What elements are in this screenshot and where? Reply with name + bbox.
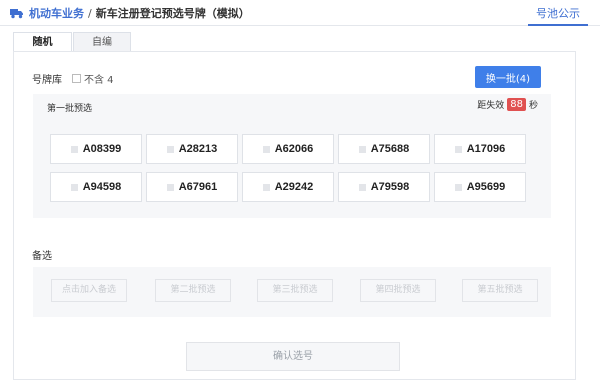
plate-option[interactable]: A17096 xyxy=(434,134,526,164)
plate-option[interactable]: A29242 xyxy=(242,172,334,202)
refresh-batch-button[interactable]: 换一批(4) xyxy=(475,66,541,88)
confirm-selection-button[interactable]: 确认选号 xyxy=(186,342,400,371)
plate-library-label: 号牌库 xyxy=(32,75,62,86)
plate-icon xyxy=(358,183,366,191)
backup-slot-add[interactable]: 点击加入备选 xyxy=(51,279,127,302)
plate-option[interactable]: A79598 xyxy=(338,172,430,202)
breadcrumb-separator: / xyxy=(88,6,92,20)
plate-option[interactable]: A08399 xyxy=(50,134,142,164)
plate-number: A62066 xyxy=(274,143,314,155)
plate-icon xyxy=(166,145,174,153)
backup-slot-batch-5[interactable]: 第五批预选 xyxy=(462,279,538,302)
breadcrumb: 机动车业务 / 新车注册登记预选号牌（模拟） xyxy=(10,5,250,21)
plate-number: A75688 xyxy=(370,143,410,155)
timer-prefix: 距失效 xyxy=(477,101,505,111)
plate-icon xyxy=(358,145,366,153)
plate-option[interactable]: A75688 xyxy=(338,134,430,164)
selection-panel: 号牌库 不含 4 换一批(4) 第一批预选 距失效 88 秒 A08399 A2… xyxy=(13,51,576,380)
plate-icon xyxy=(262,183,270,191)
plate-icon xyxy=(70,183,78,191)
plate-option[interactable]: A62066 xyxy=(242,134,334,164)
plate-option[interactable]: A28213 xyxy=(146,134,238,164)
expiry-timer: 距失效 88 秒 xyxy=(477,98,538,111)
backup-slot-batch-3[interactable]: 第三批预选 xyxy=(257,279,333,302)
plate-icon xyxy=(166,183,174,191)
backup-area: 点击加入备选 第二批预选 第三批预选 第四批预选 第五批预选 xyxy=(33,267,551,317)
plate-option[interactable]: A95699 xyxy=(434,172,526,202)
first-batch-area: 第一批预选 距失效 88 秒 A08399 A28213 A62066 A756… xyxy=(33,94,551,218)
top-bar: 机动车业务 / 新车注册登记预选号牌（模拟） 号池公示 xyxy=(0,0,600,26)
plate-library-row: 号牌库 不含 4 xyxy=(32,71,114,86)
plate-number: A29242 xyxy=(274,181,314,193)
timer-badge: 88 xyxy=(507,98,526,111)
plate-number: A08399 xyxy=(82,143,122,155)
timer-unit: 秒 xyxy=(528,101,538,111)
backup-slot-batch-4[interactable]: 第四批预选 xyxy=(360,279,436,302)
plate-number: A79598 xyxy=(370,181,410,193)
plate-option[interactable]: A94598 xyxy=(50,172,142,202)
breadcrumb-root[interactable]: 机动车业务 xyxy=(29,5,84,21)
plate-grid: A08399 A28213 A62066 A75688 A17096 A9459… xyxy=(50,134,526,202)
tab-custom[interactable]: 自编 xyxy=(73,32,131,51)
plate-number: A95699 xyxy=(466,181,506,193)
plate-option[interactable]: A67961 xyxy=(146,172,238,202)
exclude-4-checkbox[interactable] xyxy=(72,74,81,83)
tab-bar: 随机 自编 xyxy=(13,32,132,51)
plate-icon xyxy=(454,183,462,191)
tab-random[interactable]: 随机 xyxy=(13,32,72,51)
plate-icon xyxy=(454,145,462,153)
page-title: 新车注册登记预选号牌（模拟） xyxy=(95,7,250,20)
backup-slot-batch-2[interactable]: 第二批预选 xyxy=(155,279,231,302)
plate-number: A28213 xyxy=(178,143,218,155)
truck-icon xyxy=(10,8,23,18)
plate-icon xyxy=(262,145,270,153)
plate-number: A67961 xyxy=(178,181,218,193)
exclude-4-label[interactable]: 不含 4 xyxy=(84,71,114,86)
pool-notice-link[interactable]: 号池公示 xyxy=(528,0,588,26)
batch-title: 第一批预选 xyxy=(47,104,93,114)
plate-icon xyxy=(70,145,78,153)
plate-number: A94598 xyxy=(82,181,122,193)
backup-label: 备选 xyxy=(32,251,52,262)
plate-number: A17096 xyxy=(466,143,506,155)
